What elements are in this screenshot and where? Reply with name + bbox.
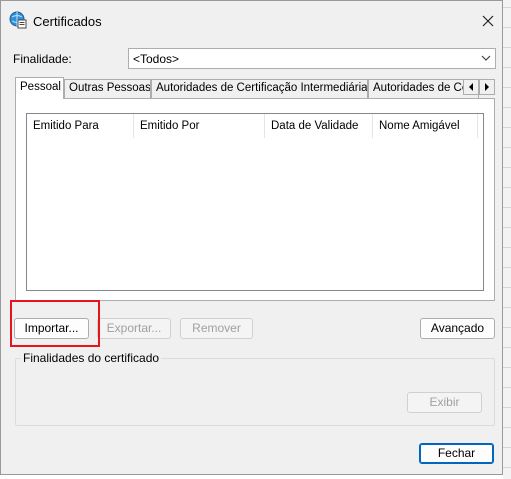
tab-outras-pessoas[interactable]: Outras Pessoas [64,79,151,98]
column-header-expiration[interactable]: Data de Validade [265,114,373,138]
tab-label: Outras Pessoas [69,82,151,94]
window-title: Certificados [33,14,102,29]
import-highlight-box [10,300,100,347]
column-label: Emitido Por [140,120,200,132]
column-label: Nome Amigável [379,120,460,132]
remove-button[interactable]: Remover [180,318,253,339]
purpose-filter-label: Finalidade: [13,52,72,66]
tab-panel: Emitido Para Emitido Por Data de Validad… [15,98,495,301]
arrow-left-icon [469,83,473,91]
tab-scroll-left-button[interactable] [463,79,479,95]
purpose-filter-value: <Todos> [133,52,180,66]
certificate-purposes-title: Finalidades do certificado [21,351,162,365]
close-button[interactable] [473,7,503,35]
chevron-down-icon [481,55,491,61]
column-header-issued-to[interactable]: Emitido Para [27,114,134,138]
close-dialog-button[interactable]: Fechar [419,443,494,464]
tab-label: Autoridades de Certificação Intermediári… [156,82,368,94]
export-button[interactable]: Exportar... [97,318,171,339]
background-spreadsheet-strip [503,0,511,479]
tab-autoridades-intermediarias[interactable]: Autoridades de Certificação Intermediári… [151,79,368,98]
certificates-dialog: Certificados Finalidade: <Todos> Pessoal… [0,0,503,475]
certificate-icon [9,11,27,29]
tab-scroll-right-button[interactable] [479,79,495,95]
purpose-filter-dropdown[interactable]: <Todos> [128,48,496,69]
tab-label: Pessoal [20,81,61,93]
column-label: Data de Validade [271,120,359,132]
column-header-friendly-name[interactable]: Nome Amigável [373,114,478,138]
column-header-issued-by[interactable]: Emitido Por [134,114,265,138]
title-bar[interactable]: Certificados [1,1,502,41]
advanced-button[interactable]: Avançado [420,318,495,339]
list-header: Emitido Para Emitido Por Data de Validad… [27,114,483,138]
tab-pessoal[interactable]: Pessoal [15,77,64,99]
store-tabs: Pessoal Outras Pessoas Autoridades de Ce… [15,77,495,99]
close-icon [482,15,494,27]
column-label: Emitido Para [33,120,99,132]
certificate-list[interactable]: Emitido Para Emitido Por Data de Validad… [26,113,484,291]
arrow-right-icon [485,83,489,91]
tab-label: Autoridades de Ce [373,82,469,94]
view-button[interactable]: Exibir [407,392,482,413]
